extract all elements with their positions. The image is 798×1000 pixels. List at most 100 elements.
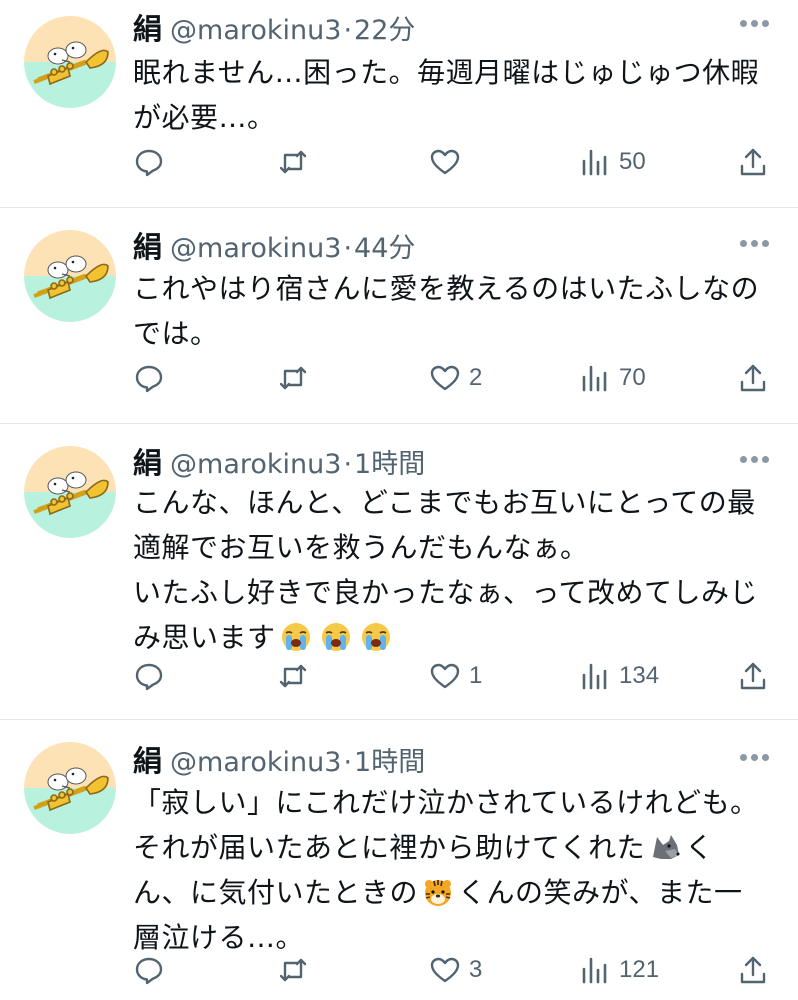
heart-icon xyxy=(430,663,460,689)
tweet-feed: 絹 @marokinu3·22分 眠れません…困った。毎週月曜はじゅじゅつ休暇 が… xyxy=(0,0,798,1000)
share-upload-icon xyxy=(740,148,766,176)
views-bar-icon xyxy=(582,149,607,176)
retweet-icon xyxy=(279,150,307,174)
tweet-text-line: ん、に気付いたときの くんの笑みが、また一 xyxy=(133,870,773,915)
tweet-text: これやはり宿さんに愛を教えるのはいたふしなの では。 xyxy=(133,266,773,356)
separator-dot: · xyxy=(343,747,353,778)
crying-face-emoji-group xyxy=(276,621,396,654)
reply-button[interactable] xyxy=(133,952,165,988)
separator-dot: · xyxy=(343,15,353,46)
views-button[interactable]: 70 xyxy=(579,360,646,396)
separator-dot: · xyxy=(343,233,353,264)
like-button[interactable]: 2 xyxy=(429,360,482,396)
avatar-illustration xyxy=(33,767,109,812)
heart-icon xyxy=(430,365,460,391)
more-dots-icon[interactable] xyxy=(740,240,770,248)
wolf-emoji xyxy=(645,831,685,864)
user-handle[interactable]: @marokinu3 xyxy=(170,449,341,480)
share-upload-icon xyxy=(740,364,766,392)
tweet-text-fragment: くんの笑みが、また一 xyxy=(458,876,743,909)
views-bar-icon xyxy=(582,365,607,392)
reply-button[interactable] xyxy=(133,658,165,694)
more-dots-icon[interactable] xyxy=(740,754,770,762)
views-bar-icon xyxy=(582,957,607,984)
more-dots-icon[interactable] xyxy=(740,20,770,28)
retweet-button[interactable] xyxy=(277,144,309,180)
action-bar: 3 121 xyxy=(133,952,783,988)
display-name[interactable]: 絹 xyxy=(133,12,162,46)
avatar-illustration xyxy=(33,471,109,516)
timestamp[interactable]: 1時間 xyxy=(354,449,425,480)
timestamp[interactable]: 22分 xyxy=(354,15,415,46)
action-bar: 1 134 xyxy=(133,658,783,694)
like-count: 1 xyxy=(469,662,483,689)
like-button[interactable]: 3 xyxy=(429,952,482,988)
tweet-text-line: いたふし好きで良かったなぁ、って改めてしみじ xyxy=(133,576,759,609)
avatar-illustration xyxy=(33,255,109,300)
views-button[interactable]: 121 xyxy=(579,952,659,988)
retweet-icon xyxy=(279,664,307,688)
loudly-crying-face-emoji xyxy=(361,623,390,651)
wolf-face-icon xyxy=(653,835,680,859)
share-upload-icon xyxy=(740,662,766,690)
timestamp[interactable]: 44分 xyxy=(354,233,415,264)
tweet-header: 絹 @marokinu3·1時間 xyxy=(133,738,425,778)
reply-button[interactable] xyxy=(133,360,165,396)
reply-bubble-icon xyxy=(135,365,163,393)
action-bar: 50 xyxy=(133,144,783,180)
tweet-text-line: 眠れません…困った。毎週月曜はじゅじゅつ休暇 xyxy=(133,56,760,89)
views-button[interactable]: 134 xyxy=(579,658,659,694)
tweet-text-fragment: く xyxy=(685,831,714,864)
tweet-text: 「寂しい」にこれだけ泣かされているけれども。 それが届いたあとに裡から助けてくれ… xyxy=(133,780,773,960)
like-count: 2 xyxy=(469,364,483,391)
loudly-crying-face-emoji xyxy=(321,623,350,651)
tweet[interactable]: 絹 @marokinu3·1時間 「寂しい」にこれだけ泣かされているけれども。 そ… xyxy=(0,720,798,1000)
tweet-text-line: 適解でお互いを救うんだもんなぁ。 xyxy=(133,531,589,564)
tweet-text: 眠れません…困った。毎週月曜はじゅじゅつ休暇 が必要…。 xyxy=(133,50,773,140)
retweet-button[interactable] xyxy=(277,360,309,396)
tweet-text-line: が必要…。 xyxy=(133,101,276,134)
tweet-text-fragment: それが届いたあとに裡から助けてくれた xyxy=(133,831,646,864)
like-button[interactable]: 1 xyxy=(429,658,482,694)
views-button[interactable]: 50 xyxy=(579,144,646,180)
more-dots-icon[interactable] xyxy=(740,456,770,464)
tweet-text-line: こんな、ほんと、どこまでもお互いにとっての最 xyxy=(133,486,756,519)
retweet-icon xyxy=(279,958,307,982)
user-handle[interactable]: @marokinu3 xyxy=(170,233,341,264)
timestamp[interactable]: 1時間 xyxy=(354,747,425,778)
tweet[interactable]: 絹 @marokinu3·22分 眠れません…困った。毎週月曜はじゅじゅつ休暇 が… xyxy=(0,0,798,208)
tweet-header: 絹 @marokinu3·44分 xyxy=(133,224,415,264)
tweet-text-fragment: ん、に気付いたときの xyxy=(133,876,419,909)
tweet-text-line: それが届いたあとに裡から助けてくれた く xyxy=(133,825,773,870)
user-handle[interactable]: @marokinu3 xyxy=(170,747,341,778)
display-name[interactable]: 絹 xyxy=(133,446,162,480)
avatar[interactable] xyxy=(24,16,116,108)
avatar[interactable] xyxy=(24,446,116,538)
share-button[interactable] xyxy=(737,144,769,180)
tweet[interactable]: 絹 @marokinu3·44分 これやはり宿さんに愛を教えるのはいたふしなの で… xyxy=(0,208,798,424)
tweet-text: こんな、ほんと、どこまでもお互いにとっての最 適解でお互いを救うんだもんなぁ。 … xyxy=(133,480,773,660)
retweet-button[interactable] xyxy=(277,658,309,694)
tweet[interactable]: 絹 @marokinu3·1時間 こんな、ほんと、どこまでもお互いにとっての最 適… xyxy=(0,424,798,720)
like-count: 3 xyxy=(469,956,483,983)
tweet-text-line: み思います xyxy=(133,615,773,660)
views-count: 50 xyxy=(619,148,646,175)
display-name[interactable]: 絹 xyxy=(133,230,162,264)
like-button[interactable] xyxy=(429,144,469,180)
share-button[interactable] xyxy=(737,658,769,694)
user-handle[interactable]: @marokinu3 xyxy=(170,15,341,46)
retweet-button[interactable] xyxy=(277,952,309,988)
display-name[interactable]: 絹 xyxy=(133,744,162,778)
tweet-header: 絹 @marokinu3·22分 xyxy=(133,6,415,46)
reply-button[interactable] xyxy=(133,144,165,180)
tweet-text-fragment: み思います xyxy=(133,621,276,654)
views-count: 70 xyxy=(619,364,646,391)
share-button[interactable] xyxy=(737,360,769,396)
reply-bubble-icon xyxy=(135,149,163,177)
share-button[interactable] xyxy=(737,952,769,988)
action-bar: 2 70 xyxy=(133,360,783,396)
avatar[interactable] xyxy=(24,230,116,322)
tweet-text-line: 「寂しい」にこれだけ泣かされているけれども。 xyxy=(133,786,759,819)
avatar[interactable] xyxy=(24,742,116,834)
heart-icon xyxy=(430,957,460,983)
